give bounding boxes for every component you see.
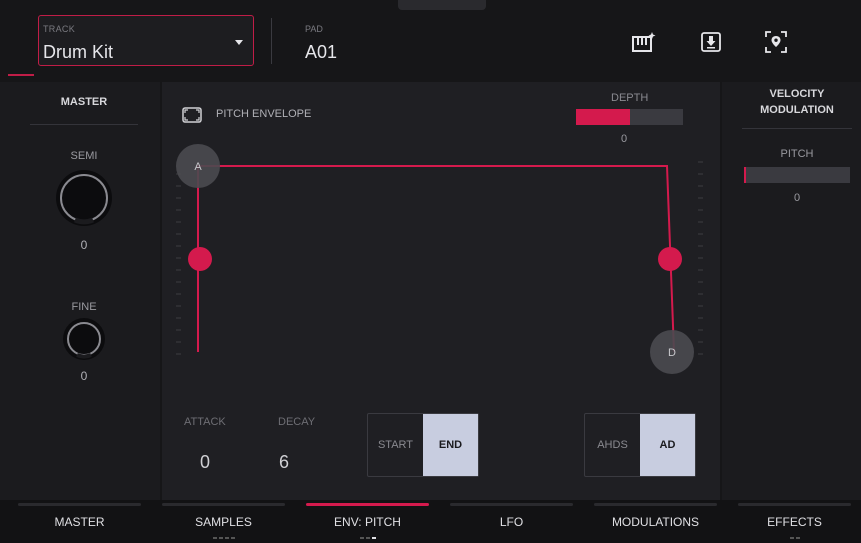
pad-label: PAD (305, 24, 323, 34)
tab-label: MASTER (54, 514, 105, 529)
right-ticks (698, 161, 703, 355)
track-value: Drum Kit (43, 42, 114, 62)
page-dots (212, 537, 235, 539)
envelope-graph[interactable]: A D (162, 82, 720, 382)
save-download-icon[interactable] (697, 28, 725, 56)
left-ticks (176, 173, 181, 355)
page-dots (789, 537, 800, 539)
track-label: TRACK (43, 24, 76, 34)
locate-icon[interactable] (762, 28, 790, 56)
master-title: MASTER (60, 96, 108, 108)
velocity-title: VELOCITY MODULATION (722, 86, 861, 118)
tab-label: ENV: PITCH (334, 514, 401, 529)
envelope-curve (197, 165, 675, 353)
pad-value[interactable]: A01 (305, 42, 337, 63)
end-button[interactable]: END (423, 414, 478, 476)
tab-indicator (306, 503, 429, 506)
decay-label: DECAY (278, 416, 316, 428)
chevron-down-icon (235, 40, 243, 45)
tab-indicator (18, 503, 141, 506)
pitch-envelope-panel: PITCH ENVELOPE DEPTH 0 A D ATTACK 0 DECA… (162, 82, 720, 500)
tab-label: MODULATIONS (611, 514, 700, 529)
decay-value[interactable]: 6 (279, 452, 289, 473)
tab-effects[interactable]: EFFECTS (728, 500, 861, 543)
start-end-toggle[interactable]: START END (367, 413, 479, 477)
ahds-button[interactable]: AHDS (585, 414, 640, 476)
attack-label: ATTACK (184, 416, 226, 428)
start-level-handle (188, 247, 212, 271)
page-dots (359, 537, 376, 539)
fine-value: 0 (80, 369, 88, 383)
velocity-pitch-slider[interactable] (744, 167, 850, 183)
velocity-modulation-panel: VELOCITY MODULATION PITCH 0 (722, 82, 861, 500)
velocity-title-line1: VELOCITY (769, 88, 825, 100)
tab-lfo[interactable]: LFO (440, 500, 583, 543)
header-bar: TRACK Drum Kit PAD A01 (0, 0, 861, 76)
tab-indicator (162, 503, 285, 506)
tab-indicator (594, 503, 717, 506)
velocity-divider (742, 128, 852, 129)
tab-env-pitch[interactable]: ENV: PITCH (296, 500, 439, 543)
tab-samples[interactable]: SAMPLES (152, 500, 295, 543)
envelope-mode-toggle[interactable]: AHDS AD (584, 413, 696, 477)
end-level-handle (658, 247, 682, 271)
attack-value[interactable]: 0 (200, 452, 210, 473)
top-drawer-handle[interactable] (398, 0, 486, 10)
tab-label: LFO (499, 514, 524, 529)
semi-label: SEMI (70, 150, 98, 162)
fine-label: FINE (71, 301, 97, 313)
header-divider (271, 18, 272, 64)
velocity-pitch-value: 0 (793, 192, 801, 204)
keyboard-sparkle-icon[interactable] (630, 28, 658, 56)
velocity-title-line2: MODULATION (760, 104, 834, 116)
master-divider (30, 124, 138, 125)
ad-button[interactable]: AD (640, 414, 695, 476)
tab-modulations[interactable]: MODULATIONS (584, 500, 727, 543)
track-selector[interactable]: TRACK Drum Kit (38, 15, 254, 66)
master-panel: MASTER SEMI 0 FINE 0 (0, 82, 160, 500)
tab-label: SAMPLES (195, 514, 252, 529)
velocity-pitch-indicator (744, 167, 746, 183)
header-accent-mark (8, 74, 34, 76)
tab-label: EFFECTS (767, 514, 822, 529)
semi-knob[interactable] (54, 168, 114, 228)
tab-indicator (738, 503, 851, 506)
start-button[interactable]: START (368, 414, 423, 476)
tab-indicator (450, 503, 573, 506)
semi-value: 0 (80, 238, 88, 252)
bottom-tab-bar: MASTER SAMPLES ENV: PITCH LFO MODULATION… (0, 500, 861, 543)
point-d-label: D (668, 347, 676, 359)
point-a-label: A (194, 161, 202, 173)
tab-master[interactable]: MASTER (8, 500, 151, 543)
fine-knob[interactable] (62, 317, 106, 361)
velocity-pitch-label: PITCH (780, 148, 814, 160)
